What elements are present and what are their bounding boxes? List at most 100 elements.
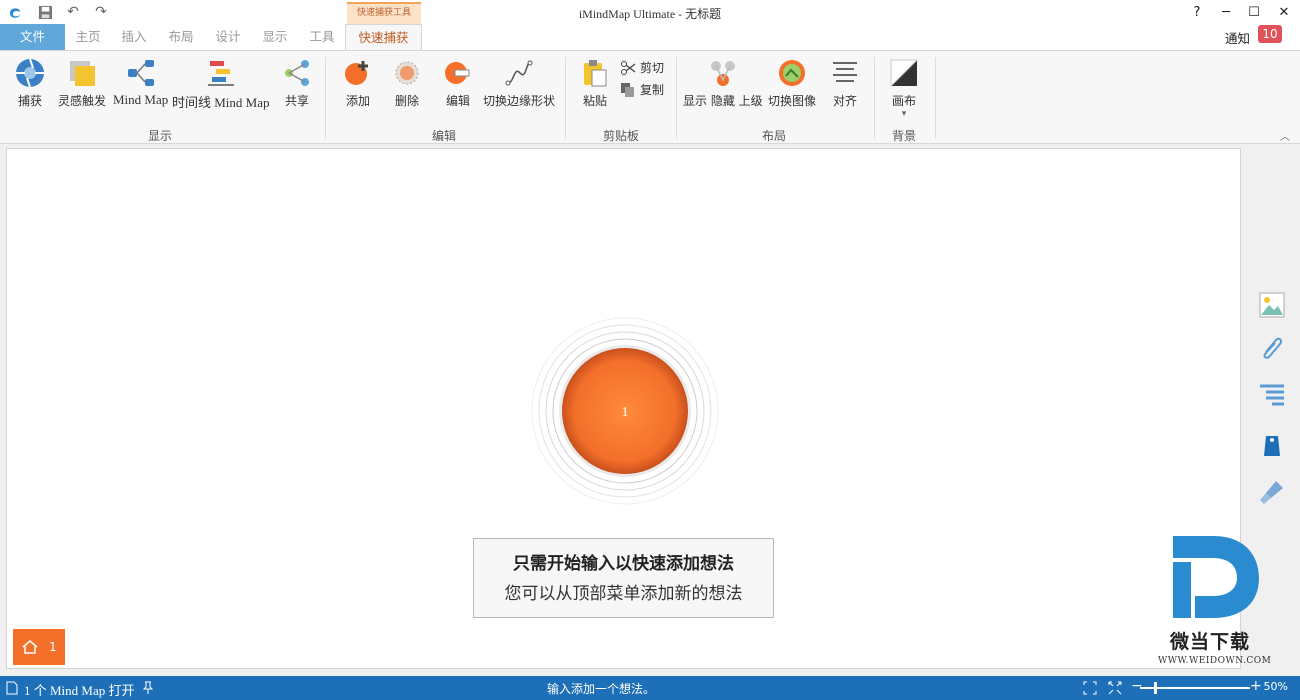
show-hide-label: 显示 隐藏 上级: [683, 94, 763, 108]
brainstorm-label: 灵感触发: [58, 94, 107, 108]
home-map-button[interactable]: 1: [13, 629, 65, 665]
tab-view[interactable]: 显示: [255, 24, 295, 50]
copy-icon: [621, 82, 634, 97]
capture-label: 捕获: [17, 94, 42, 108]
paste-button[interactable]: 粘贴: [579, 57, 611, 109]
canvas-bg-icon: [888, 57, 920, 89]
brainstorm-button[interactable]: 灵感触发: [58, 57, 106, 109]
capture-button[interactable]: 捕获: [14, 57, 46, 109]
share-button[interactable]: 共享: [281, 57, 313, 109]
help-button[interactable]: ?: [1183, 2, 1211, 22]
workspace: 1 只需开始输入以快速添加想法 您可以从顶部菜单添加新的想法 1 微当下载 WW…: [0, 144, 1300, 676]
delete-node-icon: [391, 57, 423, 89]
mindmap-button[interactable]: Mind Map: [113, 57, 168, 108]
central-idea-label[interactable]: 1: [622, 405, 629, 420]
group-background-label: 背景: [891, 129, 916, 143]
canvas-button[interactable]: 画布 ▾: [888, 57, 920, 119]
attachment-icon[interactable]: [1256, 332, 1288, 364]
collapse-ribbon-icon[interactable]: ︿: [1280, 128, 1290, 143]
notify-badge[interactable]: 10: [1258, 25, 1282, 43]
central-idea[interactable]: 1: [525, 311, 725, 511]
ribbon-separator: [325, 57, 326, 139]
switch-image-button[interactable]: 切换图像: [768, 57, 816, 109]
switch-image-label: 切换图像: [768, 94, 817, 108]
edit-button[interactable]: 编辑: [442, 57, 474, 109]
tab-file[interactable]: 文件: [0, 24, 65, 50]
canvas-label: 画布: [891, 94, 916, 108]
paste-label: 粘贴: [582, 94, 607, 108]
close-button[interactable]: ✕: [1270, 2, 1298, 22]
aperture-icon: [14, 57, 46, 89]
pin-icon[interactable]: [142, 681, 154, 695]
tab-layout[interactable]: 布局: [161, 24, 201, 50]
tab-home[interactable]: 主页: [68, 24, 108, 50]
mindmap-label: Mind Map: [113, 92, 169, 107]
fullscreen-icon[interactable]: [1108, 681, 1122, 695]
delete-button[interactable]: 删除: [391, 57, 423, 109]
maximize-button[interactable]: ☐: [1240, 2, 1268, 22]
brush-icon[interactable]: [1256, 476, 1288, 508]
delete-label: 删除: [394, 94, 419, 108]
clipboard-icon: [579, 57, 611, 89]
canvas-dropdown-icon[interactable]: ▾: [902, 109, 907, 119]
switch-edge-button[interactable]: 切换边缘形状: [483, 57, 555, 109]
zoom-slider[interactable]: [1140, 682, 1250, 694]
document-icon: [6, 681, 18, 695]
mindmap-canvas[interactable]: 1 只需开始输入以快速添加想法 您可以从顶部菜单添加新的想法 1: [6, 148, 1241, 669]
status-message: 输入添加一个想法。: [547, 682, 656, 696]
share-label: 共享: [284, 94, 309, 108]
watermark-name: 微当下载: [1170, 631, 1251, 653]
tab-tools[interactable]: 工具: [302, 24, 342, 50]
zoom-out-button[interactable]: −: [1131, 678, 1143, 694]
timeline-icon: [205, 57, 237, 89]
switch-edge-label: 切换边缘形状: [483, 94, 556, 108]
hint-box: 只需开始输入以快速添加想法 您可以从顶部菜单添加新的想法: [473, 538, 774, 618]
timeline-button[interactable]: 时间线 Mind Map: [172, 57, 270, 111]
show-hide-parent-button[interactable]: 显示 隐藏 上级: [683, 57, 763, 109]
align-icon: [829, 57, 861, 89]
edit-label: 编辑: [445, 94, 470, 108]
title-bar: ↶ ↷ iMindMap Ultimate - 无标题 ? ─ ☐ ✕: [0, 0, 1300, 24]
status-bar: 1 个 Mind Map 打开 输入添加一个想法。 − + 50%: [0, 676, 1300, 700]
copy-button[interactable]: 复制: [620, 81, 664, 98]
context-group-label: 快速捕获工具: [347, 2, 421, 24]
zoom-slider-thumb[interactable]: [1154, 682, 1157, 694]
cut-button[interactable]: 剪切: [620, 59, 664, 76]
tab-quick-capture[interactable]: 快速捕获: [345, 24, 422, 51]
group-clipboard-label: 剪贴板: [602, 129, 639, 143]
hint-subtitle: 您可以从顶部菜单添加新的想法: [504, 584, 743, 604]
fit-screen-icon[interactable]: [1083, 681, 1097, 695]
tab-insert[interactable]: 插入: [114, 24, 154, 50]
edit-node-icon: [442, 57, 474, 89]
zoom-in-button[interactable]: +: [1250, 678, 1262, 694]
outline-icon[interactable]: [1256, 380, 1288, 412]
undo-icon[interactable]: ↶: [64, 4, 82, 20]
ribbon: 捕获 灵感触发 Mind Map 时间线 Mind Map 共享 显示 添加 删…: [0, 50, 1300, 144]
home-count: 1: [49, 640, 57, 654]
group-show-label: 显示: [147, 129, 172, 143]
minimize-button[interactable]: ─: [1212, 2, 1240, 22]
add-button[interactable]: 添加: [342, 57, 374, 109]
tab-design[interactable]: 设计: [208, 24, 248, 50]
hierarchy-icon: [707, 57, 739, 89]
align-button[interactable]: 对齐: [829, 57, 861, 109]
add-node-icon: [342, 57, 374, 89]
group-edit-label: 编辑: [431, 129, 456, 143]
align-label: 对齐: [832, 94, 857, 108]
zoom-level: 50%: [1263, 680, 1288, 693]
watermark-url: WWW.WEIDOWN.COM: [1158, 656, 1272, 666]
mindmap-icon: [125, 57, 157, 89]
tag-icon[interactable]: [1256, 430, 1288, 462]
notify-label[interactable]: 通知: [1225, 28, 1250, 47]
scissors-icon: [621, 60, 636, 75]
add-label: 添加: [345, 94, 370, 108]
window-title: iMindMap Ultimate - 无标题: [578, 7, 722, 21]
status-maps-open: 1 个 Mind Map 打开: [24, 683, 135, 698]
app-logo-icon[interactable]: [6, 4, 24, 20]
image-icon[interactable]: [1256, 289, 1288, 321]
home-icon: [22, 640, 38, 654]
save-icon[interactable]: [36, 4, 54, 20]
share-icon: [281, 57, 313, 89]
copy-label: 复制: [640, 83, 665, 97]
redo-icon[interactable]: ↷: [92, 4, 110, 20]
